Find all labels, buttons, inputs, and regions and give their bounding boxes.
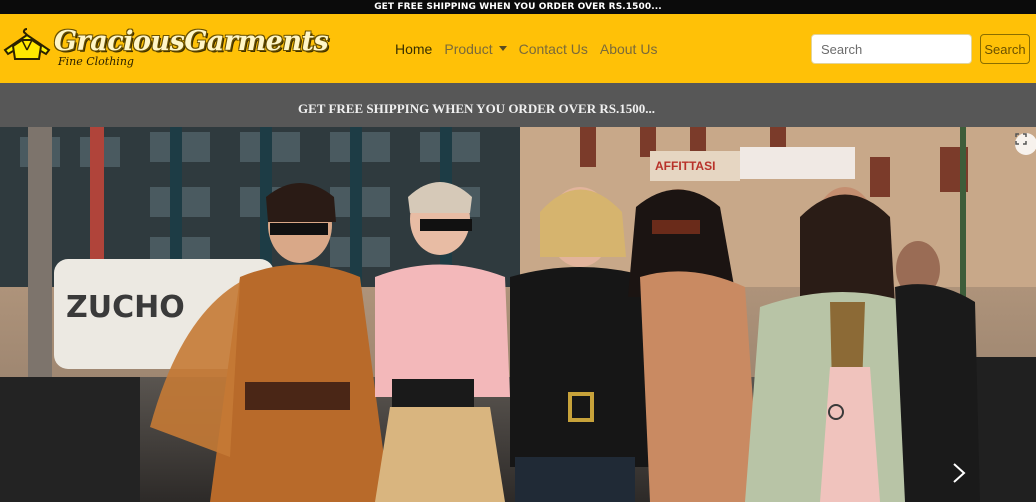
- caret-down-icon: [498, 46, 507, 51]
- nav-item-about-us[interactable]: About Us: [594, 41, 664, 57]
- navbar: GraciousGarments Fine Clothing Home Prod…: [0, 14, 1036, 83]
- nav-item-label: Product: [444, 40, 493, 57]
- hanger-shirt-icon: [3, 28, 51, 60]
- search-form: Search: [811, 34, 1030, 64]
- nav-item-label: Home: [395, 40, 433, 57]
- brand-tagline: Fine Clothing: [58, 55, 134, 68]
- announcement-bar: GET FREE SHIPPING WHEN YOU ORDER OVER RS…: [0, 0, 1036, 14]
- shop-sign-text: AFFITTASI: [655, 159, 715, 173]
- nav-links: Home Product Contact Us About Us: [389, 14, 663, 83]
- nav-item-product[interactable]: Product: [438, 41, 512, 57]
- nav-item-label: Contact Us: [518, 40, 588, 57]
- carousel-next-button[interactable]: [952, 462, 980, 492]
- fullscreen-glyph: [1015, 133, 1027, 145]
- hero-carousel[interactable]: ZUCHO AFFITTASI: [0, 127, 1036, 502]
- fullscreen-icon[interactable]: [1015, 133, 1036, 155]
- promo-band: GET FREE SHIPPING WHEN YOU ORDER OVER RS…: [0, 83, 1036, 127]
- hero-image: ZUCHO AFFITTASI: [0, 127, 1036, 502]
- announcement-text: GET FREE SHIPPING WHEN YOU ORDER OVER RS…: [374, 2, 662, 12]
- promo-text: GET FREE SHIPPING WHEN YOU ORDER OVER RS…: [298, 101, 655, 116]
- van-graffiti-text: ZUCHO: [66, 290, 185, 325]
- chevron-right-icon: [953, 463, 966, 483]
- nav-item-label: About Us: [599, 40, 658, 57]
- search-input[interactable]: [811, 34, 972, 64]
- nav-item-contact-us[interactable]: Contact Us: [513, 41, 594, 57]
- brand-name: GraciousGarments: [54, 26, 329, 57]
- nav-item-home[interactable]: Home: [389, 41, 438, 57]
- search-button[interactable]: Search: [980, 34, 1030, 64]
- brand[interactable]: GraciousGarments Fine Clothing: [2, 24, 382, 74]
